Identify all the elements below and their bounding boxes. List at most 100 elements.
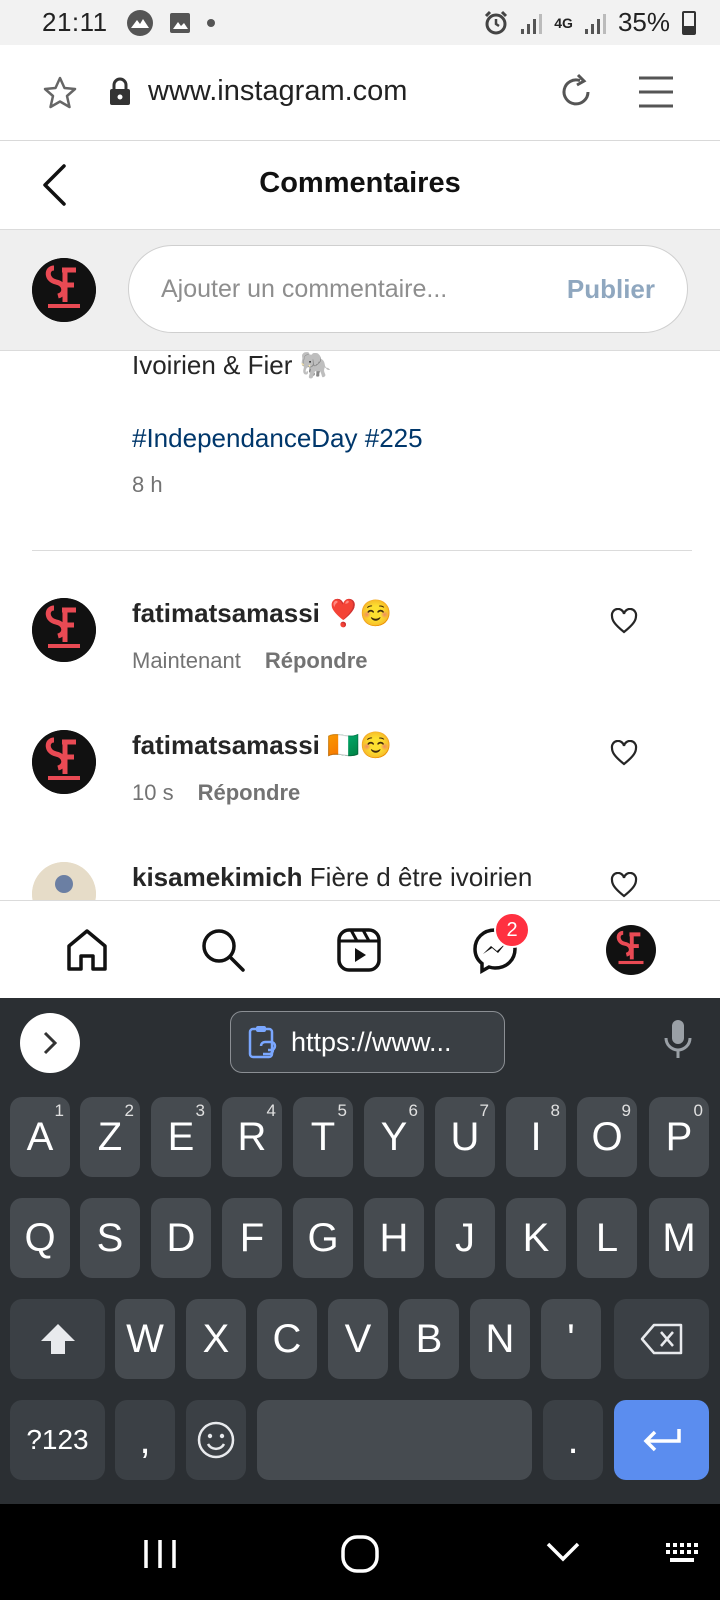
on-screen-keyboard: https://www... A1 Z2 E3 R4 T5 Y6 U7 I8 O… <box>0 998 720 1504</box>
space-key[interactable] <box>257 1400 532 1480</box>
comment-input-wrapper: Publier <box>128 245 688 333</box>
comment-text: ❣️☺️ <box>327 598 392 628</box>
key-r[interactable]: R4 <box>222 1097 282 1177</box>
enter-key[interactable] <box>614 1400 709 1480</box>
page-title: Commentaires <box>259 167 461 199</box>
key-apostrophe[interactable]: ' <box>541 1299 601 1379</box>
shift-icon <box>40 1324 75 1354</box>
mountain-notification-icon <box>126 9 153 36</box>
key-p[interactable]: P0 <box>649 1097 709 1177</box>
key-l[interactable]: L <box>577 1198 637 1278</box>
emoji-icon <box>197 1421 235 1459</box>
key-g[interactable]: G <box>293 1198 353 1278</box>
comment-avatar[interactable] <box>32 730 96 794</box>
battery-percent: 35% <box>617 7 670 37</box>
back-chevron-down-icon[interactable] <box>545 1540 581 1564</box>
key-h[interactable]: H <box>364 1198 424 1278</box>
signal-icon <box>521 12 543 34</box>
nav-search[interactable] <box>196 923 250 977</box>
comment-username[interactable]: fatimatsamassi <box>132 730 320 760</box>
publish-button[interactable]: Publier <box>567 274 655 305</box>
clipboard-text: https://www... <box>291 1026 452 1057</box>
menu-icon[interactable] <box>637 75 675 109</box>
shift-key[interactable] <box>10 1299 105 1379</box>
caption-time: 8 h <box>132 472 163 497</box>
current-user-avatar <box>32 258 96 322</box>
star-icon[interactable] <box>42 75 78 111</box>
key-a[interactable]: A1 <box>10 1097 70 1177</box>
key-i[interactable]: I8 <box>506 1097 566 1177</box>
key-j[interactable]: J <box>435 1198 495 1278</box>
microphone-icon[interactable] <box>662 1018 694 1060</box>
caption-hashtags[interactable]: #IndependanceDay #225 <box>132 423 692 454</box>
key-d[interactable]: D <box>151 1198 211 1278</box>
comment-avatar[interactable] <box>32 598 96 662</box>
key-m[interactable]: M <box>649 1198 709 1278</box>
sf-logo-icon <box>32 598 96 662</box>
nav-home[interactable] <box>60 923 114 977</box>
comment-username[interactable]: fatimatsamassi <box>132 598 320 628</box>
comment-text: 🇨🇮☺️ <box>327 730 392 760</box>
key-s[interactable]: S <box>80 1198 140 1278</box>
android-navigation-bar <box>0 1504 720 1600</box>
divider <box>32 550 692 551</box>
recents-icon[interactable] <box>143 1538 177 1570</box>
backspace-icon <box>640 1323 682 1355</box>
keyboard-switch-icon[interactable] <box>665 1542 699 1564</box>
lock-icon[interactable] <box>107 77 133 107</box>
messages-badge: 2 <box>494 912 530 948</box>
key-z[interactable]: Z2 <box>80 1097 140 1177</box>
status-time: 21:11 <box>42 7 108 37</box>
period-key[interactable]: . <box>543 1400 603 1480</box>
search-icon <box>202 929 245 972</box>
key-n[interactable]: N <box>470 1299 530 1379</box>
profile-avatar-icon <box>606 925 656 975</box>
comment-input[interactable] <box>161 274 567 304</box>
url-bar[interactable]: www.instagram.com <box>148 75 407 108</box>
comment-composer: Publier <box>0 230 720 351</box>
key-e[interactable]: E3 <box>151 1097 211 1177</box>
reply-button[interactable]: Répondre <box>265 648 368 674</box>
backspace-key[interactable] <box>614 1299 709 1379</box>
comments-header: Commentaires <box>0 141 720 230</box>
comment-username[interactable]: kisamekimich <box>132 862 303 892</box>
signal-icon-2 <box>584 12 606 34</box>
key-w[interactable]: W <box>115 1299 175 1379</box>
nav-reels[interactable] <box>332 923 386 977</box>
comment-text: Fière d être ivoirien <box>309 862 533 892</box>
key-v[interactable]: V <box>328 1299 388 1379</box>
reply-button[interactable]: Répondre <box>198 780 301 806</box>
key-o[interactable]: O9 <box>577 1097 637 1177</box>
nav-profile[interactable] <box>604 923 658 977</box>
key-k[interactable]: K <box>506 1198 566 1278</box>
comma-key[interactable]: , <box>115 1400 175 1480</box>
key-b[interactable]: B <box>399 1299 459 1379</box>
keyboard-toolbar: https://www... <box>0 998 720 1084</box>
key-x[interactable]: X <box>186 1299 246 1379</box>
keyboard-expand-button[interactable] <box>20 1013 80 1073</box>
home-circle-icon[interactable] <box>340 1534 380 1574</box>
battery-icon <box>682 10 696 35</box>
symbols-key[interactable]: ?123 <box>10 1400 105 1480</box>
home-icon <box>67 929 107 971</box>
heart-icon[interactable] <box>610 608 638 634</box>
heart-icon[interactable] <box>610 740 638 766</box>
key-t[interactable]: T5 <box>293 1097 353 1177</box>
heart-icon[interactable] <box>610 872 638 898</box>
emoji-key[interactable] <box>186 1400 246 1480</box>
key-u[interactable]: U7 <box>435 1097 495 1177</box>
caption-text: Ivoirien & Fier 🐘 <box>132 351 332 380</box>
chevron-right-icon <box>43 1031 58 1055</box>
reload-icon[interactable] <box>556 72 596 112</box>
comments-list[interactable]: Ivoirien & Fier 🐘 #IndependanceDay #225 … <box>0 351 720 900</box>
sf-logo-icon <box>32 730 96 794</box>
key-q[interactable]: Q <box>10 1198 70 1278</box>
post-caption: Ivoirien & Fier 🐘 #IndependanceDay #225 … <box>132 351 692 498</box>
key-c[interactable]: C <box>257 1299 317 1379</box>
comment-time: 10 s <box>132 780 174 805</box>
key-f[interactable]: F <box>222 1198 282 1278</box>
key-y[interactable]: Y6 <box>364 1097 424 1177</box>
comment-time: Maintenant <box>132 648 241 673</box>
clipboard-suggestion[interactable]: https://www... <box>230 1011 505 1073</box>
comment-avatar[interactable] <box>32 862 96 900</box>
